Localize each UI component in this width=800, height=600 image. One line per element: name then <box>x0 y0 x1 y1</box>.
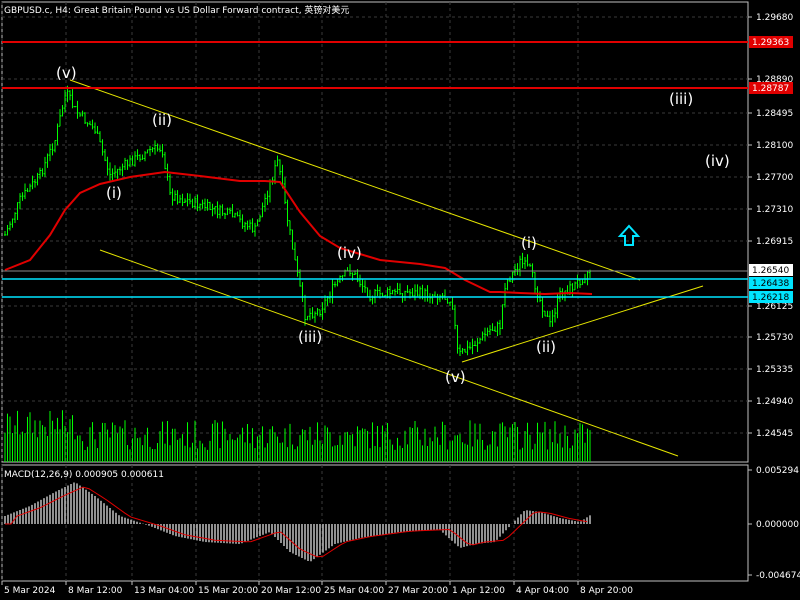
macd-tick-label: 0.005294 <box>756 466 799 476</box>
macd-tick-label: -0.004674 <box>756 571 800 581</box>
price-tick-label: 1.28495 <box>756 109 793 119</box>
current-price-tag-text: 1.26540 <box>752 266 789 276</box>
wave-label: (ii) <box>152 111 172 129</box>
wave-label: (iv) <box>705 152 730 170</box>
time-tick-label: 27 Mar 20:00 <box>388 586 448 596</box>
time-tick-label: 25 Mar 04:00 <box>324 586 384 596</box>
trading-chart[interactable]: (v) (ii) (i) (iv) (iii) (v) (i) (ii) (iii) (iv) 1… <box>0 0 800 600</box>
time-tick-label: 8 Mar 12:00 <box>68 586 123 596</box>
time-tick-label: 15 Mar 20:00 <box>198 586 258 596</box>
wave-label: (v) <box>56 64 77 82</box>
price-tick-label: 1.24545 <box>756 429 793 439</box>
cyan-level-high-tag-text: 1.26438 <box>752 279 789 289</box>
time-tick-label: 5 Mar 2024 <box>4 586 56 596</box>
wave-label: (i) <box>521 234 537 252</box>
macd-indicator-label: MACD(12,26,9) 0.000905 0.000611 <box>4 470 164 480</box>
time-tick-label: 8 Apr 20:00 <box>580 586 633 596</box>
macd-frame <box>1 464 749 582</box>
price-tick-label: 1.27310 <box>756 205 793 215</box>
wave-label: (ii) <box>536 338 556 356</box>
price-tick-label: 1.26915 <box>756 237 793 247</box>
wave-label: (iii) <box>298 328 322 346</box>
main-chart-frame <box>1 1 749 463</box>
cyan-level-low-tag-text: 1.26218 <box>752 293 789 303</box>
price-tick-label: 1.26125 <box>756 302 793 312</box>
price-tick-label: 1.25335 <box>756 365 793 375</box>
wave-label: (v) <box>445 368 466 386</box>
symbol-title: GBPUSD.c, H4: Great Britain Pound vs US … <box>4 6 350 16</box>
macd-tick-label: 0.000000 <box>756 520 799 530</box>
price-tick-label: 1.28100 <box>756 141 793 151</box>
wave-label: (iv) <box>337 244 362 262</box>
price-tick-label: 1.25730 <box>756 333 793 343</box>
resistance-low-tag-text: 1.28787 <box>752 84 789 94</box>
time-tick-label: 20 Mar 12:00 <box>261 586 321 596</box>
time-tick-label: 13 Mar 04:00 <box>134 586 194 596</box>
price-tick-label: 1.29680 <box>756 13 793 23</box>
time-tick-label: 1 Apr 12:00 <box>452 586 505 596</box>
wave-label: (iii) <box>669 90 693 108</box>
resistance-high-tag-text: 1.29363 <box>752 38 789 48</box>
price-tick-label: 1.24940 <box>756 397 793 407</box>
time-tick-label: 4 Apr 04:00 <box>516 586 569 596</box>
price-tick-label: 1.27700 <box>756 173 793 183</box>
wave-label: (i) <box>106 184 122 202</box>
